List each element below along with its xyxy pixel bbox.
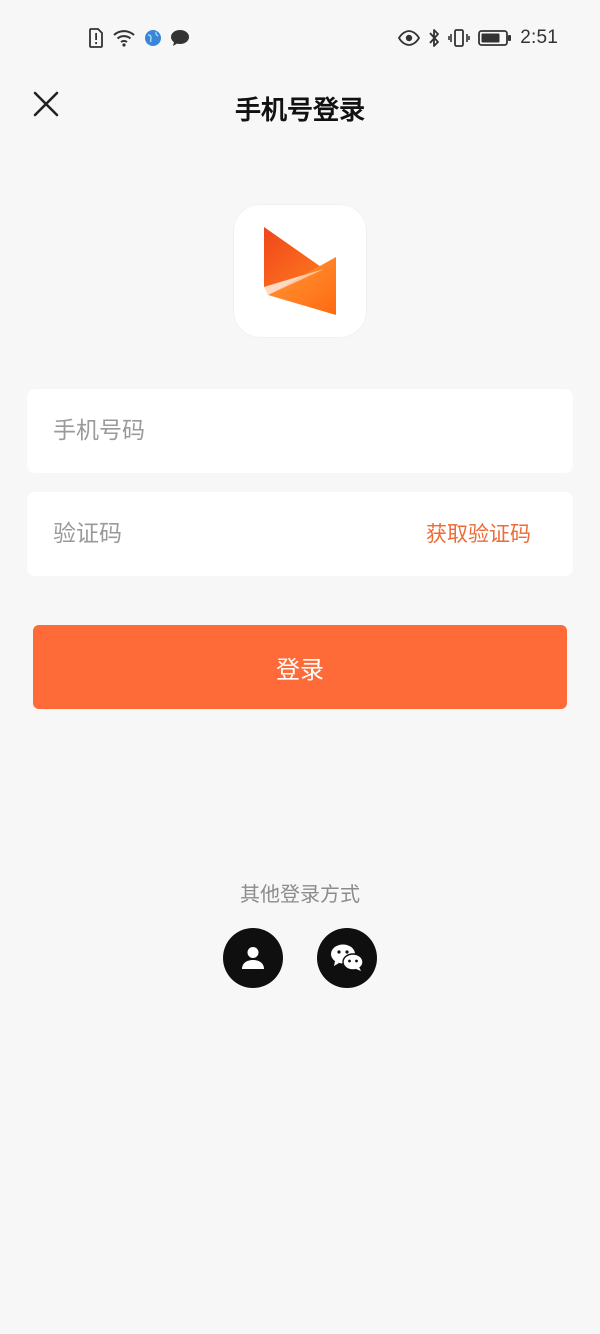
page-title: 手机号登录 [234,96,365,126]
nav-bar: 手机号登录 [0,78,600,132]
status-right-icons: 2:51 [398,26,558,50]
status-left-icons [88,26,190,50]
phone-input[interactable] [53,389,547,473]
account-login-button[interactable] [223,928,283,988]
code-field: 获取验证码 [27,492,573,576]
battery-icon [478,29,512,47]
globe-icon [144,29,162,47]
wifi-icon [112,28,136,48]
eye-icon [398,30,421,46]
app-logo [234,205,366,337]
sim-alert-icon [88,28,104,48]
phone-field [27,389,573,473]
other-login-title: 其他登录方式 [240,882,360,906]
code-input[interactable] [53,492,393,576]
bluetooth-icon [428,28,440,48]
wechat-login-button[interactable] [317,928,377,988]
wechat-icon [331,944,364,971]
vibrate-icon [448,28,471,48]
user-icon [242,947,264,969]
status-bar: 2:51 [0,0,600,76]
chat-bubble-icon [170,29,190,47]
login-screen: 2:51 手机号登录 手机号码 验证码 获取验证码 登录 其他登录方式 [0,0,600,1334]
login-button[interactable]: 登录 [33,625,567,709]
app-logo-icon [264,227,336,315]
status-time: 2:51 [520,27,558,48]
get-code-button[interactable]: 获取验证码 [426,492,531,576]
